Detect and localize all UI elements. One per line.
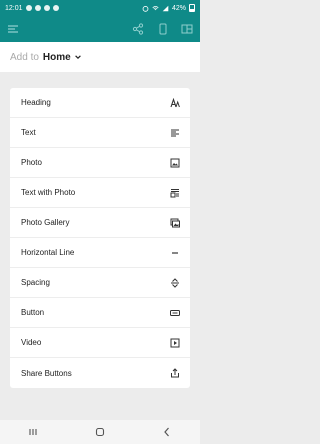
menu-item-spacing[interactable]: Spacing [10, 268, 190, 298]
menu-item-label: Heading [21, 98, 51, 107]
menu-item-label: Text [21, 128, 36, 137]
menu-item-label: Button [21, 308, 45, 317]
gallery-icon [170, 218, 180, 228]
battery-percent: 42% [171, 4, 186, 12]
system-nav-bar [0, 420, 200, 444]
menu-item-photo-gallery[interactable]: Photo Gallery [10, 208, 190, 238]
menu-item-label: Text with Photo [21, 188, 76, 197]
wifi-icon [152, 5, 159, 10]
notification-icon [25, 5, 32, 11]
phone-preview-icon[interactable] [157, 23, 169, 35]
add-to-header: Add to Home [0, 42, 200, 72]
hamburger-icon[interactable] [7, 23, 19, 35]
status-bar: 12:01 42% [0, 0, 200, 16]
menu-item-label: Photo [21, 158, 42, 167]
notification-icon [52, 5, 59, 11]
signal-icon [162, 5, 169, 11]
add-to-label: Add to [10, 51, 39, 63]
messenger-icon [34, 5, 41, 11]
button-icon [170, 308, 180, 318]
layout-icon[interactable] [181, 23, 193, 35]
menu-item-text-with-photo[interactable]: Text with Photo [10, 178, 190, 208]
target-page-label: Home [42, 51, 71, 63]
menu-item-label: Photo Gallery [21, 218, 70, 227]
menu-item-button[interactable]: Button [10, 298, 190, 328]
menu-item-label: Share Buttons [21, 368, 72, 378]
menu-item-heading[interactable]: Heading [10, 88, 190, 118]
battery-icon [189, 4, 195, 12]
video-icon [170, 338, 180, 348]
alarm-icon [142, 5, 149, 12]
share-out-icon [170, 368, 180, 378]
app-toolbar [0, 16, 200, 42]
spacing-icon [170, 277, 180, 288]
horizontal-line-icon [170, 248, 180, 258]
add-block-menu: Heading Text Photo Text with Photo Photo… [10, 88, 190, 388]
text-photo-icon [170, 188, 180, 198]
status-time: 12:01 [5, 4, 23, 12]
recent-apps-icon[interactable] [27, 426, 39, 438]
share-icon[interactable] [132, 23, 144, 35]
menu-item-photo[interactable]: Photo [10, 148, 190, 178]
menu-item-video[interactable]: Video [10, 328, 190, 358]
menu-item-label: Horizontal Line [21, 248, 75, 257]
menu-item-share-buttons[interactable]: Share Buttons [10, 358, 190, 388]
menu-item-horizontal-line[interactable]: Horizontal Line [10, 238, 190, 268]
menu-item-label: Spacing [21, 278, 50, 287]
target-page-dropdown[interactable]: Home [43, 52, 82, 63]
menu-item-label: Video [21, 338, 42, 347]
image-icon [170, 158, 180, 168]
menu-item-text[interactable]: Text [10, 118, 190, 148]
home-icon[interactable] [94, 426, 106, 438]
text-align-icon [170, 128, 180, 138]
heading-icon [170, 97, 180, 108]
chevron-down-icon [74, 55, 81, 60]
back-icon[interactable] [161, 426, 173, 438]
notification-icon [43, 5, 50, 11]
